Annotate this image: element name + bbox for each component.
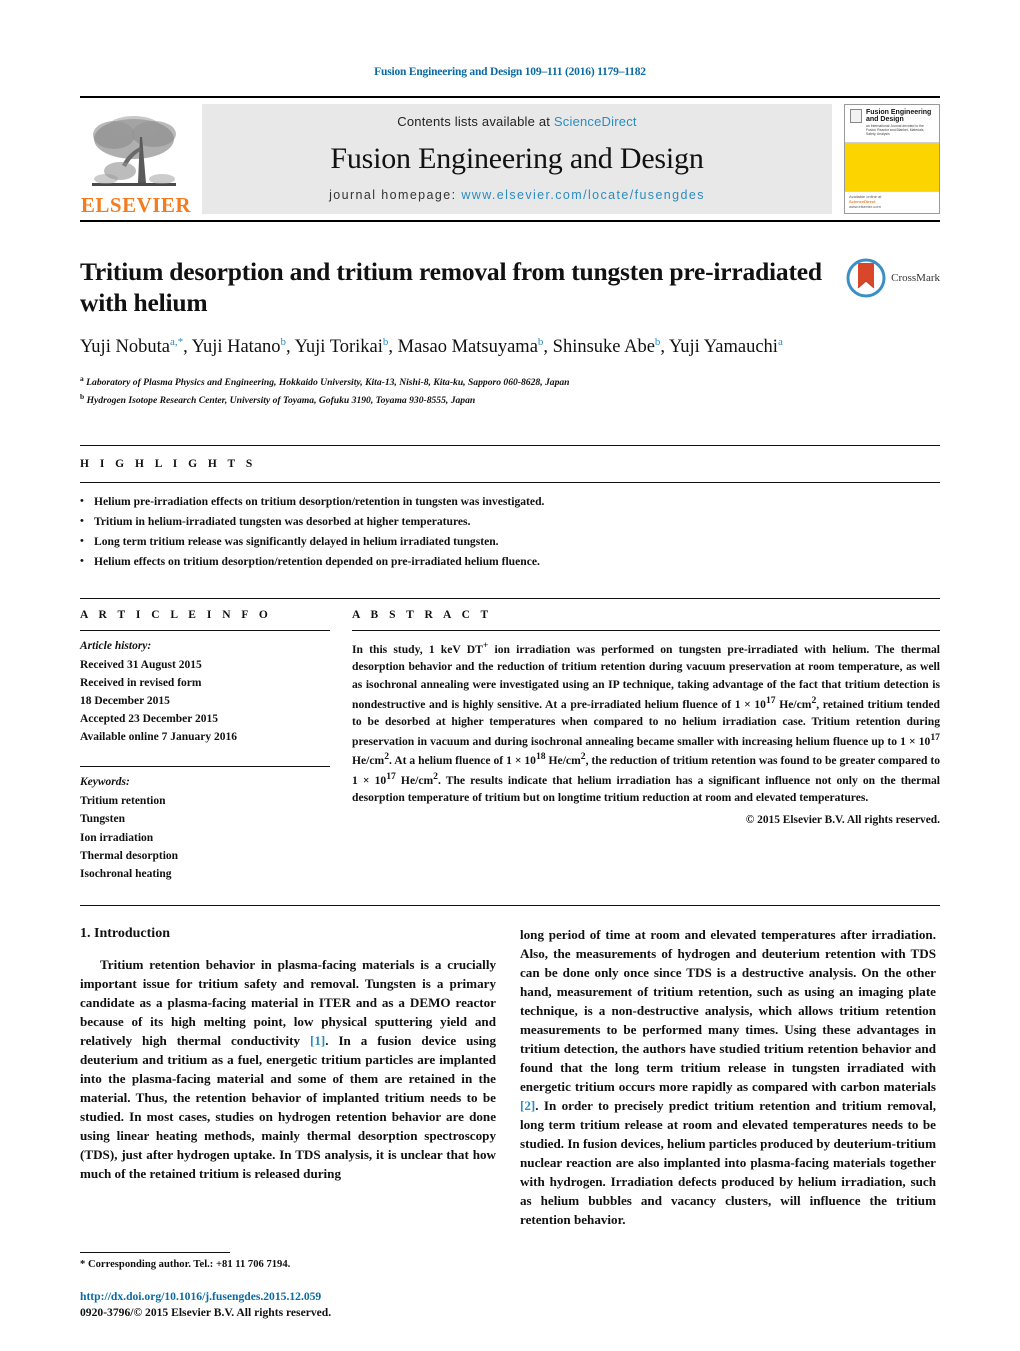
- sciencedirect-link[interactable]: ScienceDirect: [554, 114, 637, 129]
- abstract-copyright: © 2015 Elsevier B.V. All rights reserved…: [745, 813, 940, 826]
- highlights-list: Helium pre-irradiation effects on tritiu…: [80, 492, 940, 572]
- affiliation-a-text: Laboratory of Plasma Physics and Enginee…: [86, 377, 570, 389]
- keywords-rule: [80, 766, 330, 768]
- footnote-rule: [80, 1252, 230, 1253]
- article-info-rule: [80, 629, 330, 631]
- highlights-top-rule: [80, 445, 940, 447]
- elsevier-wordmark: ELSEVIER: [80, 193, 192, 217]
- keyword-item: Ion irradiation: [80, 831, 154, 844]
- highlights-heading: H I G H L I G H T S: [80, 458, 257, 471]
- abstract-column: A B S T R A C T In this study, 1 keV DT+…: [352, 609, 940, 883]
- keyword-item: Thermal desorption: [80, 849, 179, 862]
- contents-list-line: Contents lists available at ScienceDirec…: [397, 114, 636, 129]
- article-history-line: Available online 7 January 2016: [80, 731, 237, 744]
- journal-homepage-line: journal homepage: www.elsevier.com/locat…: [329, 188, 705, 202]
- article-info-heading: A R T I C L E I N F O: [80, 608, 272, 621]
- cover-title-line2: and Design: [866, 116, 904, 124]
- journal-cover-thumbnail[interactable]: Fusion Engineering and Design an Interna…: [844, 104, 940, 214]
- cover-artwork: [845, 143, 939, 191]
- affiliation-b-text: Hydrogen Isotope Research Center, Univer…: [86, 395, 476, 407]
- article-history-line: Received 31 August 2015: [80, 658, 202, 671]
- issn-copyright-line: 0920-3796/© 2015 Elsevier B.V. All right…: [80, 1305, 332, 1319]
- journal-title: Fusion Engineering and Design: [330, 141, 704, 175]
- abstract-text: In this study, 1 keV DT+ ion irradiation…: [352, 639, 940, 804]
- abstract-heading: A B S T R A C T: [352, 608, 493, 621]
- journal-band: Contents lists available at ScienceDirec…: [202, 104, 832, 214]
- highlights-inner-rule: [80, 482, 940, 484]
- keyword-item: Isochronal heating: [80, 867, 172, 880]
- body-column-right: long period of time at room and elevated…: [520, 926, 936, 1230]
- running-head: Fusion Engineering and Design 109–111 (2…: [374, 66, 646, 78]
- article-page: Fusion Engineering and Design 109–111 (2…: [0, 0, 1020, 1351]
- intro-paragraph-right: long period of time at room and elevated…: [520, 927, 936, 1227]
- affiliation-a: a Laboratory of Plasma Physics and Engin…: [80, 373, 940, 391]
- highlight-item: Tritium in helium-irradiated tungsten wa…: [80, 512, 940, 532]
- crossmark-badge[interactable]: CrossMark: [846, 258, 940, 298]
- article-history-line: 18 December 2015: [80, 694, 170, 707]
- highlight-item: Helium pre-irradiation effects on tritiu…: [80, 492, 940, 512]
- body-column-left: 1. Introduction Tritium retention behavi…: [80, 926, 496, 1230]
- keywords-label: Keywords:: [80, 776, 130, 789]
- cover-title: Fusion Engineering and Design an Interna…: [866, 109, 934, 138]
- abstract-rule: [352, 629, 940, 631]
- homepage-label: journal homepage:: [329, 188, 462, 202]
- footnote-block: * Corresponding author. Tel.: +81 11 706…: [80, 1252, 496, 1270]
- author-list: Yuji Nobutaa,*, Yuji Hatanob, Yuji Torik…: [80, 336, 783, 358]
- homepage-url-link[interactable]: www.elsevier.com/locate/fusengdes: [461, 188, 705, 202]
- article-history-line: Accepted 23 December 2015: [80, 713, 219, 726]
- highlight-item: Helium effects on tritium desorption/ret…: [80, 552, 940, 572]
- elsevier-logo: ELSEVIER: [80, 98, 192, 220]
- footer-block: http://dx.doi.org/10.1016/j.fusengdes.20…: [80, 1289, 600, 1321]
- info-abstract-section: A R T I C L E I N F O Article history: R…: [80, 597, 940, 883]
- cover-subtitle: an International Journal devoted to the …: [866, 123, 925, 136]
- cover-footer-url: www.elsevier.com: [849, 204, 881, 209]
- article-history-line: Received in revised form: [80, 676, 202, 689]
- doi-link[interactable]: http://dx.doi.org/10.1016/j.fusengdes.20…: [80, 1289, 600, 1305]
- keyword-item: Tritium retention: [80, 795, 166, 808]
- cover-header: Fusion Engineering and Design an Interna…: [845, 105, 939, 143]
- highlight-item: Long term tritium release was significan…: [80, 532, 940, 552]
- intro-paragraph-left: Tritium retention behavior in plasma-fac…: [80, 957, 496, 1181]
- corresponding-author-note: * Corresponding author. Tel.: +81 11 706…: [80, 1259, 291, 1270]
- section-heading-introduction: 1. Introduction: [80, 926, 170, 941]
- cover-badge-icon: [850, 109, 862, 123]
- contents-prefix: Contents lists available at: [397, 114, 554, 129]
- affiliation-b-marker: b: [80, 392, 85, 402]
- article-info-column: A R T I C L E I N F O Article history: R…: [80, 609, 330, 883]
- article-history-label: Article history:: [80, 639, 152, 652]
- keyword-item: Tungsten: [80, 813, 125, 826]
- title-block: CrossMark Tritium desorption and tritium…: [80, 256, 940, 409]
- highlights-section: H I G H L I G H T S Helium pre-irradiati…: [80, 445, 940, 572]
- crossmark-label: CrossMark: [891, 272, 940, 284]
- affiliation-a-marker: a: [80, 373, 84, 383]
- cover-footer: Available online at ScienceDirect www.el…: [845, 191, 939, 213]
- cover-title-line1: Fusion Engineering: [866, 109, 932, 116]
- body-columns: 1. Introduction Tritium retention behavi…: [80, 926, 940, 1230]
- elsevier-tree-icon: [92, 116, 176, 186]
- crossmark-icon: [846, 258, 886, 298]
- journal-masthead: ELSEVIER Contents lists available at Sci…: [80, 96, 940, 222]
- body-top-rule: [80, 905, 940, 906]
- affiliation-list: a Laboratory of Plasma Physics and Engin…: [80, 373, 940, 409]
- page-title: Tritium desorption and tritium removal f…: [80, 257, 822, 318]
- affiliation-b: b Hydrogen Isotope Research Center, Univ…: [80, 391, 940, 409]
